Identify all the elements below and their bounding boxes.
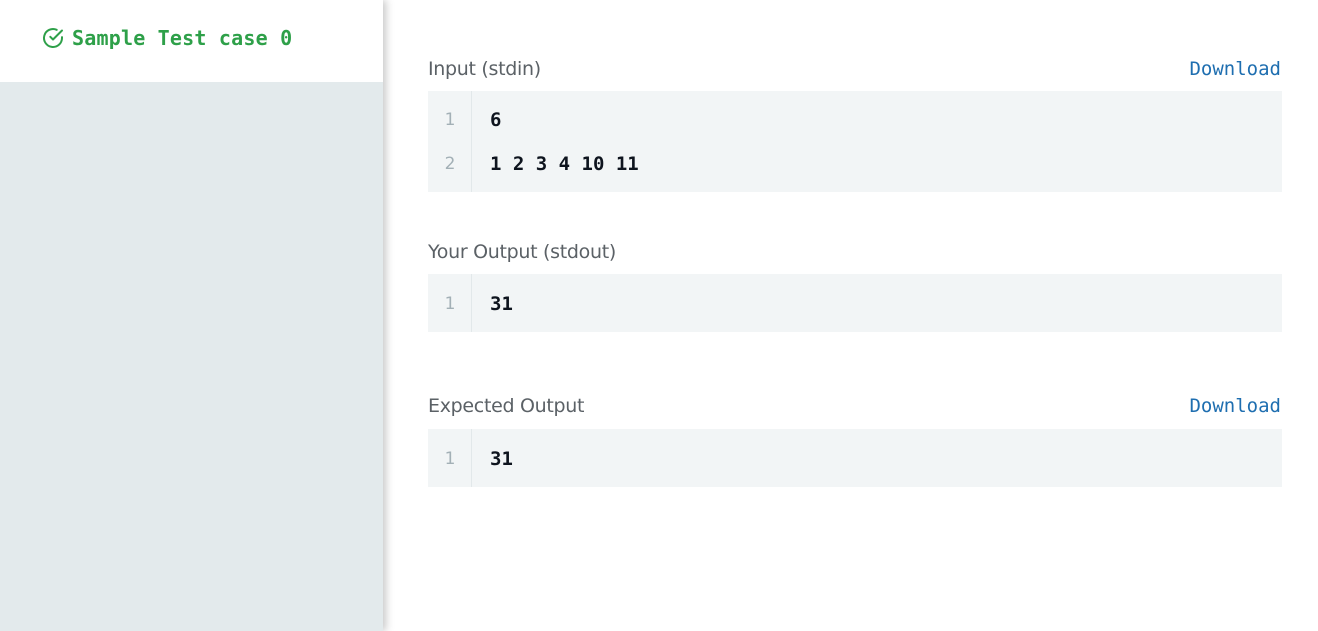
code-line: 2 1 2 3 4 10 11 xyxy=(428,142,1282,186)
expected-output-code-block: 1 31 xyxy=(428,429,1282,487)
line-number: 1 xyxy=(444,294,456,314)
line-number: 1 xyxy=(444,110,456,130)
input-stdin-label: Input (stdin) xyxy=(428,58,541,80)
code-line: 1 31 xyxy=(428,282,1282,326)
input-code-block: 1 6 2 1 2 3 4 10 11 xyxy=(428,91,1282,192)
line-number: 2 xyxy=(444,154,456,174)
test-case-sidebar: Sample Test case 0 xyxy=(0,0,383,631)
your-output-code-block: 1 31 xyxy=(428,274,1282,332)
line-text: 31 xyxy=(490,448,513,470)
line-text: 6 xyxy=(490,109,502,131)
code-line: 1 6 xyxy=(428,98,1282,142)
tab-sample-test-case-0[interactable]: Sample Test case 0 xyxy=(0,0,383,82)
code-line: 1 31 xyxy=(428,437,1282,481)
line-text: 1 2 3 4 10 11 xyxy=(490,153,639,175)
your-output-label: Your Output (stdout) xyxy=(428,241,616,263)
line-text: 31 xyxy=(490,293,513,315)
line-number: 1 xyxy=(444,449,456,469)
test-case-detail-panel: Input (stdin) Download 1 6 2 1 2 3 4 10 … xyxy=(383,0,1318,631)
expected-output-label: Expected Output xyxy=(428,395,585,417)
expected-output-download-link[interactable]: Download xyxy=(1189,395,1281,417)
input-download-link[interactable]: Download xyxy=(1189,58,1281,80)
check-circle-icon xyxy=(41,26,65,50)
tab-label: Sample Test case 0 xyxy=(72,26,293,50)
